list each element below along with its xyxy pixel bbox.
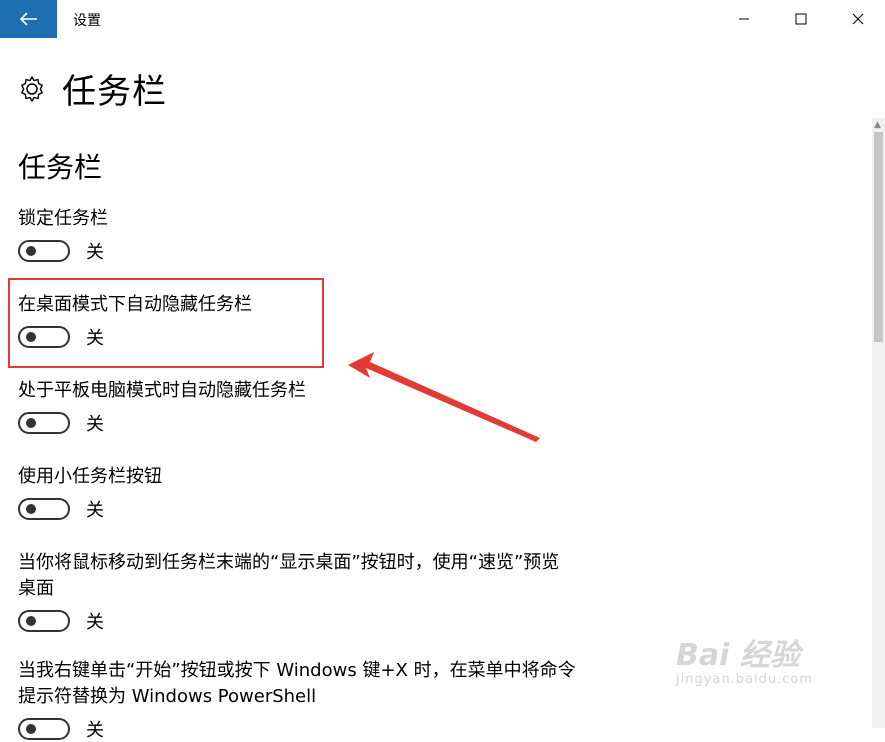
watermark-url: jingyan.baidu.com (676, 672, 813, 687)
close-button[interactable] (829, 0, 885, 38)
small-buttons-toggle[interactable] (18, 498, 70, 520)
scrollbar[interactable]: ▲ (872, 118, 885, 728)
scrollbar-thumb[interactable] (874, 132, 883, 342)
toggle-state-label: 关 (86, 500, 104, 521)
close-icon (852, 13, 863, 25)
peek-toggle[interactable] (18, 610, 70, 632)
toggle-knob (26, 246, 36, 256)
section-title: 任务栏 (18, 151, 103, 184)
setting-label: 锁定任务栏 (18, 208, 108, 229)
back-arrow-icon (19, 12, 37, 26)
setting-peek: 当你将鼠标移动到任务栏末端的“显示桌面”按钮时，使用“速览”预览桌面 关 (18, 550, 568, 634)
watermark-brand: Bai 经验 (676, 638, 800, 673)
back-button[interactable] (0, 0, 57, 38)
lock-taskbar-toggle[interactable] (18, 240, 70, 262)
setting-powershell: 当我右键单击“开始”按钮或按下 Windows 键+X 时，在菜单中将命令提示符… (18, 658, 578, 742)
scroll-up-icon[interactable]: ▲ (874, 120, 881, 130)
toggle-state-label: 关 (86, 242, 104, 263)
toggle-knob (26, 504, 36, 514)
page-header: 任务栏 (18, 64, 167, 113)
toggle-knob (26, 724, 36, 734)
watermark: Bai 经验 jingyan.baidu.com (676, 630, 813, 687)
highlight-box (8, 278, 324, 368)
minimize-icon (738, 18, 749, 20)
gear-icon (21, 75, 43, 102)
app-title: 设置 (73, 13, 101, 29)
setting-label: 使用小任务栏按钮 (18, 466, 162, 487)
setting-label: 当我右键单击“开始”按钮或按下 Windows 键+X 时，在菜单中将命令提示符… (18, 660, 576, 707)
maximize-button[interactable] (772, 0, 829, 38)
toggle-state-label: 关 (86, 720, 104, 741)
toggle-state-label: 关 (86, 414, 104, 435)
setting-lock-taskbar: 锁定任务栏 关 (18, 206, 598, 264)
setting-label: 当你将鼠标移动到任务栏末端的“显示桌面”按钮时，使用“速览”预览桌面 (18, 552, 560, 599)
toggle-knob (26, 418, 36, 428)
annotation-arrow-icon (348, 352, 540, 442)
maximize-icon (795, 13, 806, 25)
powershell-toggle[interactable] (18, 718, 70, 740)
minimize-button[interactable] (715, 0, 772, 38)
title-bar: 设置 (0, 0, 885, 38)
toggle-knob (26, 616, 36, 626)
page-title: 任务栏 (62, 72, 167, 112)
autohide-tablet-toggle[interactable] (18, 412, 70, 434)
toggle-state-label: 关 (86, 612, 104, 633)
setting-small-buttons: 使用小任务栏按钮 关 (18, 464, 598, 522)
